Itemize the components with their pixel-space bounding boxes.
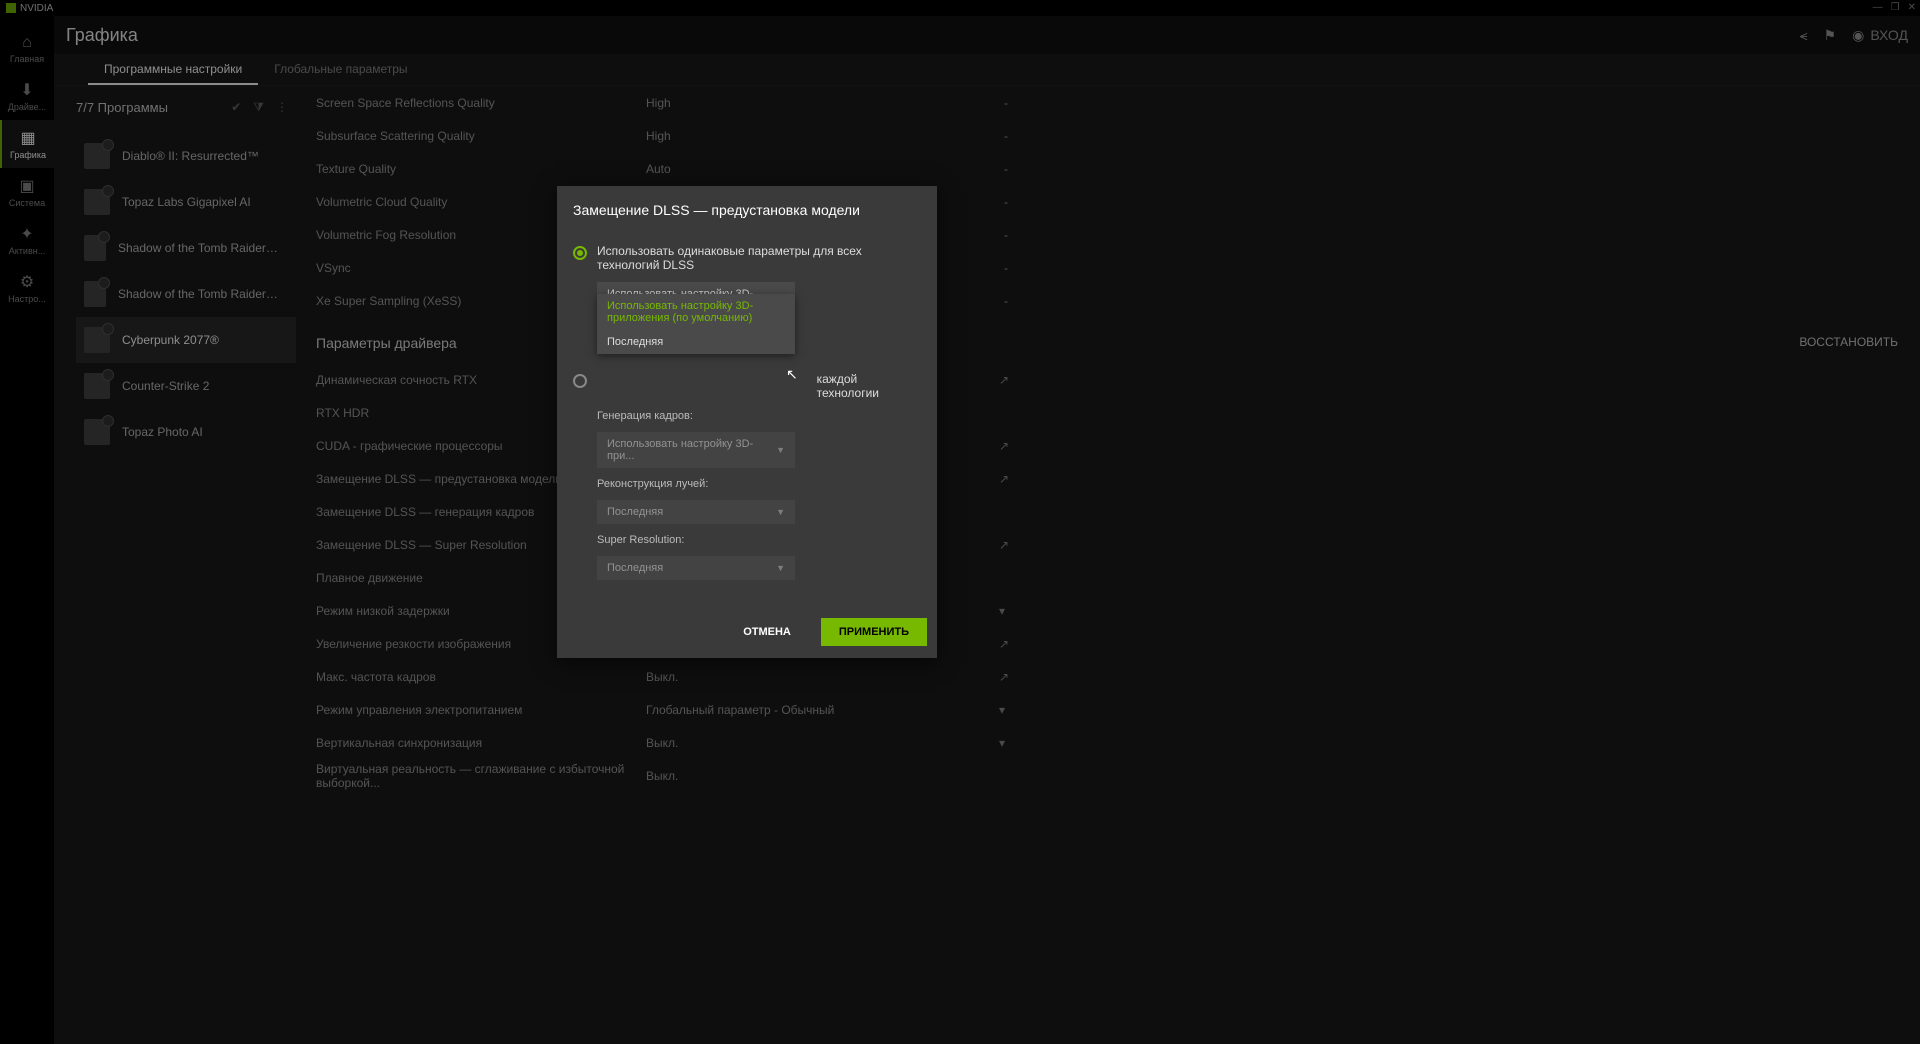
radio-label-suffix: каждой технологии bbox=[817, 372, 921, 400]
select-value: Использовать настройку 3D-при... bbox=[607, 438, 776, 462]
dlss-preset-dropdown: Использовать настройку 3D-приложения (по… bbox=[597, 294, 795, 354]
sub-superres-label: Super Resolution: bbox=[597, 534, 921, 546]
apply-button[interactable]: ПРИМЕНИТЬ bbox=[821, 618, 927, 646]
radio-icon bbox=[573, 246, 587, 260]
cancel-button[interactable]: ОТМЕНА bbox=[725, 618, 809, 646]
radio-icon bbox=[573, 374, 587, 388]
radio-same-for-all[interactable]: Использовать одинаковые параметры для вс… bbox=[573, 244, 921, 272]
dropdown-option-default[interactable]: Использовать настройку 3D-приложения (по… bbox=[597, 294, 795, 330]
radio-label: Использовать одинаковые параметры для вс… bbox=[597, 244, 921, 272]
modal-title: Замещение DLSS — предустановка модели bbox=[557, 186, 937, 230]
dlss-override-modal: Замещение DLSS — предустановка модели Ис… bbox=[557, 186, 937, 658]
chevron-down-icon: ▼ bbox=[776, 507, 785, 517]
radio-per-tech[interactable]: Использовать разные параметры для каждой… bbox=[573, 372, 921, 400]
chevron-down-icon: ▼ bbox=[776, 563, 785, 573]
sub-rayrecon-label: Реконструкция лучей: bbox=[597, 478, 921, 490]
rayrecon-select: Последняя ▼ bbox=[597, 500, 795, 524]
framegen-select: Использовать настройку 3D-при... ▼ bbox=[597, 432, 795, 468]
superres-select: Последняя ▼ bbox=[597, 556, 795, 580]
sub-framegen-label: Генерация кадров: bbox=[597, 410, 921, 422]
dropdown-option-latest[interactable]: Последняя bbox=[597, 330, 795, 354]
chevron-down-icon: ▼ bbox=[776, 445, 785, 455]
select-value: Последняя bbox=[607, 506, 663, 518]
modal-overlay[interactable] bbox=[0, 0, 1920, 1044]
select-value: Последняя bbox=[607, 562, 663, 574]
